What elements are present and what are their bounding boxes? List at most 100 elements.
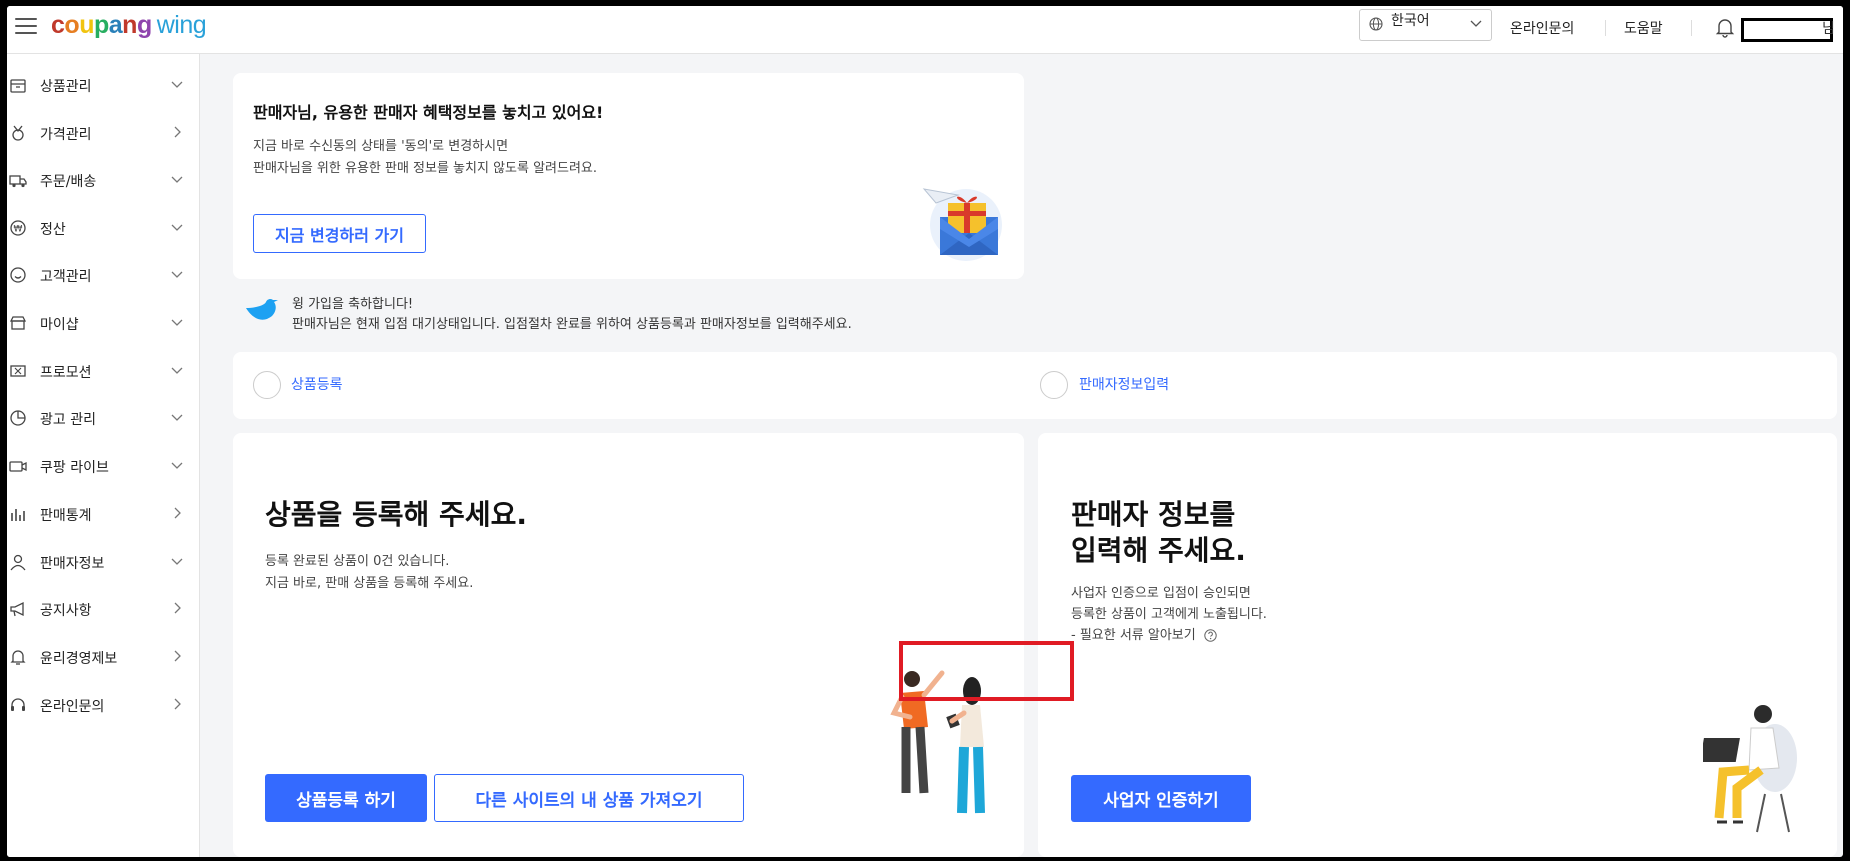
bell-icon[interactable] bbox=[1714, 16, 1736, 38]
coupang-wing-logo[interactable]: coupang wing bbox=[51, 11, 207, 40]
benefit-line-2: 판매자님을 위한 유용한 판매 정보를 놓치지 않도록 알려드려요. bbox=[253, 161, 598, 176]
chevron-down-icon bbox=[171, 414, 183, 421]
top-bar: coupang wing 한국어 온라인문의 도움말 님 bbox=[7, 6, 1843, 54]
chevron-down-icon bbox=[171, 558, 183, 565]
shop-icon bbox=[9, 316, 27, 330]
step-product-register-circle[interactable] bbox=[253, 371, 281, 399]
sidebar-item-9[interactable]: 판매통계 bbox=[7, 493, 199, 537]
register-product-button[interactable]: 상품등록 하기 bbox=[265, 774, 427, 822]
step-seller-info-circle[interactable] bbox=[1040, 371, 1068, 399]
language-select[interactable]: 한국어 bbox=[1359, 9, 1492, 41]
user-name-redacted[interactable] bbox=[1741, 18, 1833, 42]
sidebar-item-4[interactable]: 고객관리 bbox=[7, 254, 199, 298]
svg-text:₩: ₩ bbox=[14, 225, 23, 235]
sidebar-item-11[interactable]: 공지사항 bbox=[7, 588, 199, 632]
live-camera-icon bbox=[9, 461, 27, 472]
sidebar-item-label: 윤리경영제보 bbox=[40, 651, 118, 667]
bar-chart-icon bbox=[11, 509, 25, 521]
seller-info-card: 판매자 정보를 입력해 주세요. 사업자 인증으로 입점이 승인되면 등록한 상… bbox=[1038, 433, 1837, 857]
sidebar-item-label: 쿠팡 라이브 bbox=[40, 460, 109, 476]
divider bbox=[1605, 20, 1606, 36]
divider bbox=[1691, 20, 1692, 36]
benefit-card: 판매자님, 유용한 판매자 혜택정보를 놓치고 있어요! 지금 바로 수신동의 … bbox=[233, 73, 1024, 279]
seller-card-line-2: 등록한 상품이 고객에게 노출됩니다. bbox=[1071, 607, 1267, 622]
sidebar-item-label: 공지사항 bbox=[40, 603, 92, 619]
chevron-down-icon bbox=[1470, 20, 1482, 27]
logo-sub: wing bbox=[156, 11, 207, 39]
chevron-down-icon bbox=[171, 81, 183, 88]
sidebar-item-5[interactable]: 마이샵 bbox=[7, 302, 199, 346]
highlight-box bbox=[899, 641, 1074, 701]
sidebar-item-6[interactable]: 프로모션 bbox=[7, 350, 199, 394]
menu-icon[interactable] bbox=[15, 18, 37, 36]
online-inquiry-link[interactable]: 온라인문의 bbox=[1510, 18, 1574, 38]
laptop-person-illustration bbox=[1703, 705, 1797, 833]
sidebar-item-7[interactable]: 광고 관리 bbox=[7, 397, 199, 441]
sidebar-item-0[interactable]: 상품관리 bbox=[7, 64, 199, 108]
sidebar-item-label: 가격관리 bbox=[40, 127, 92, 143]
sidebar-item-label: 온라인문의 bbox=[40, 699, 105, 715]
required-documents-link[interactable]: - 필요한 서류 알아보기 bbox=[1071, 625, 1217, 647]
step-product-register-label[interactable]: 상품등록 bbox=[291, 374, 343, 394]
sidebar: 상품관리가격관리주문/배송 ₩ 정산고객관리마이샵프로모션광고 관리쿠팡 라이브판매… bbox=[7, 54, 200, 857]
business-verification-button[interactable]: 사업자 인증하기 bbox=[1071, 775, 1251, 822]
sidebar-item-10[interactable]: 판매자정보 bbox=[7, 541, 199, 585]
step-seller-info-label[interactable]: 판매자정보입력 bbox=[1079, 374, 1169, 394]
benefit-line-1: 지금 바로 수신동의 상태를 '동의'로 변경하시면 bbox=[253, 139, 509, 154]
headset-icon bbox=[11, 698, 25, 711]
app-window: coupang wing 한국어 온라인문의 도움말 님 상품관리가격관리주문/배… bbox=[7, 6, 1843, 857]
sidebar-item-label: 판매자정보 bbox=[40, 556, 105, 572]
chevron-down-icon bbox=[171, 319, 183, 326]
sidebar-item-label: 고객관리 bbox=[40, 269, 92, 285]
chevron-down-icon bbox=[171, 462, 183, 469]
change-consent-button[interactable]: 지금 변경하러 가기 bbox=[253, 214, 426, 253]
language-label: 한국어 bbox=[1391, 13, 1430, 29]
gift-envelope-icon bbox=[922, 188, 1002, 261]
sidebar-item-1[interactable]: 가격관리 bbox=[7, 112, 199, 156]
globe-icon bbox=[1369, 17, 1383, 31]
sidebar-item-label: 마이샵 bbox=[40, 317, 79, 333]
medal-icon bbox=[12, 125, 24, 141]
chevron-right-icon bbox=[174, 650, 181, 662]
chevron-down-icon bbox=[171, 271, 183, 278]
person-icon bbox=[10, 554, 26, 571]
sidebar-item-label: 광고 관리 bbox=[40, 412, 96, 428]
chevron-right-icon bbox=[174, 602, 181, 614]
pie-chart-icon bbox=[10, 410, 26, 426]
truck-icon bbox=[9, 175, 27, 188]
seller-card-title-line-1: 판매자 정보를 bbox=[1071, 498, 1236, 531]
sidebar-item-label: 상품관리 bbox=[40, 79, 92, 95]
user-suffix: 님 bbox=[1822, 21, 1835, 37]
chevron-down-icon bbox=[171, 224, 183, 231]
help-link[interactable]: 도움말 bbox=[1624, 18, 1663, 38]
required-documents-label: - 필요한 서류 알아보기 bbox=[1071, 628, 1196, 643]
smile-icon bbox=[10, 267, 26, 283]
question-icon[interactable] bbox=[1204, 629, 1217, 642]
chevron-down-icon bbox=[171, 176, 183, 183]
sidebar-item-label: 프로모션 bbox=[40, 365, 92, 381]
seller-card-title-line-2: 입력해 주세요. bbox=[1071, 534, 1246, 567]
bell-outline-icon bbox=[10, 650, 26, 665]
sidebar-item-2[interactable]: 주문/배송 bbox=[7, 159, 199, 203]
chevron-down-icon bbox=[171, 367, 183, 374]
megaphone-icon bbox=[10, 601, 24, 617]
chevron-right-icon bbox=[174, 507, 181, 519]
sidebar-item-label: 판매통계 bbox=[40, 508, 92, 524]
import-products-button[interactable]: 다른 사이트의 내 상품 가져오기 bbox=[434, 774, 744, 822]
welcome-line-1: 윙 가입을 축하합니다! bbox=[292, 297, 414, 312]
steps-card: 상품등록 판매자정보입력 bbox=[233, 352, 1837, 419]
chevron-right-icon bbox=[174, 126, 181, 138]
chevron-right-icon bbox=[174, 698, 181, 710]
product-card-title: 상품을 등록해 주세요. bbox=[265, 498, 527, 531]
sidebar-item-8[interactable]: 쿠팡 라이브 bbox=[7, 445, 199, 489]
bird-icon bbox=[246, 298, 278, 320]
product-card-line-1: 등록 완료된 상품이 0건 있습니다. bbox=[265, 554, 450, 569]
product-card-line-2: 지금 바로, 판매 상품을 등록해 주세요. bbox=[265, 576, 474, 591]
won-coin-icon: ₩ bbox=[10, 220, 26, 236]
sidebar-item-label: 정산 bbox=[40, 222, 66, 238]
sidebar-item-label: 주문/배송 bbox=[40, 174, 97, 190]
sidebar-item-12[interactable]: 윤리경영제보 bbox=[7, 636, 199, 680]
sidebar-item-13[interactable]: 온라인문의 bbox=[7, 684, 199, 728]
sidebar-item-3[interactable]: ₩ 정산 bbox=[7, 207, 199, 251]
ticket-icon bbox=[10, 365, 26, 377]
